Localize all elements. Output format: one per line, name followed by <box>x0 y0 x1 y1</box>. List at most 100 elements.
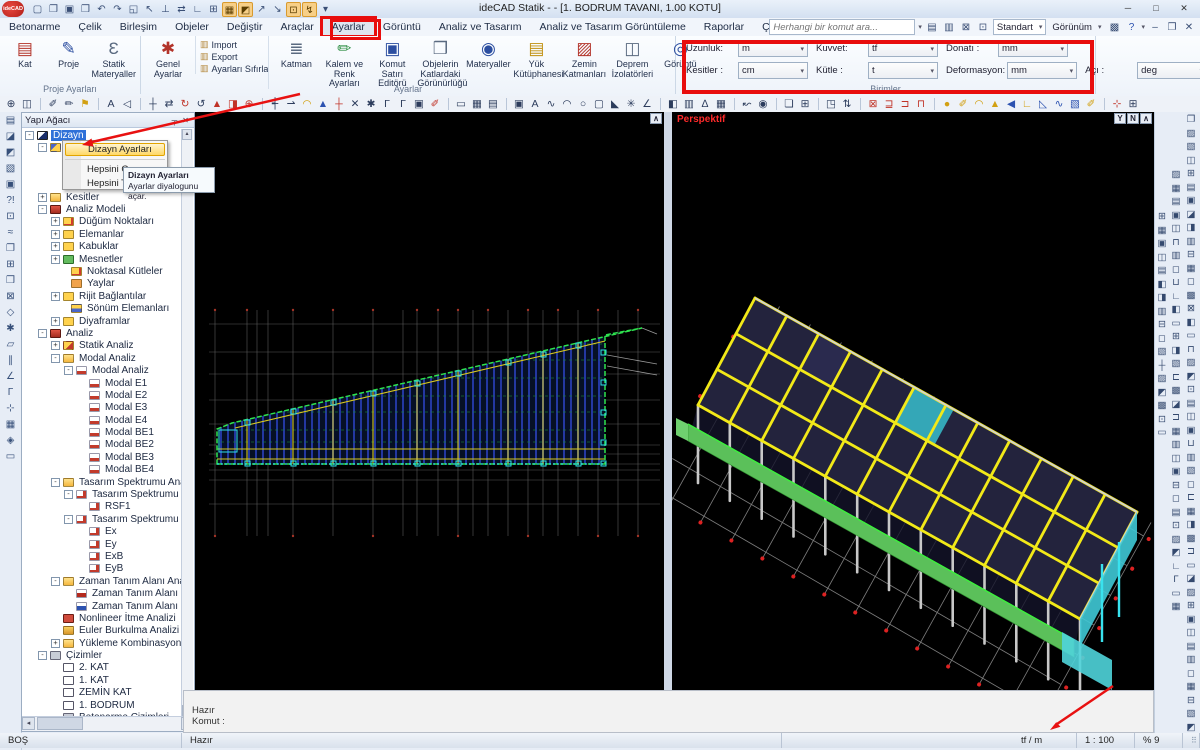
toolbar-icon[interactable]: ▤ <box>1169 506 1183 520</box>
toolbar-icon[interactable]: ◀ <box>1003 97 1019 111</box>
command-prompt-line[interactable]: Komut : <box>192 716 1153 727</box>
toolbar-icon[interactable]: ◪ <box>3 130 18 144</box>
kat-button[interactable]: ▤ Kat <box>4 38 46 70</box>
toolbar-icon[interactable]: ✏ <box>61 97 77 111</box>
help-icon[interactable]: ? <box>1124 22 1138 33</box>
toolbar-icon[interactable]: ⊐ <box>1169 411 1183 425</box>
toolbar-icon[interactable]: ◫ <box>1184 410 1198 424</box>
toolbar-icon[interactable]: ∟ <box>1019 97 1035 111</box>
tree-expander[interactable]: - <box>38 651 47 660</box>
toolbar-icon[interactable]: ⊞ <box>1155 210 1169 224</box>
toolbar-icon[interactable]: ⊕ <box>3 97 19 111</box>
toolbar-icon[interactable]: ?! <box>3 194 18 208</box>
mdi-restore-icon[interactable]: ❐ <box>1165 22 1179 33</box>
chevron-down-icon[interactable]: ▾ <box>1141 23 1145 31</box>
proje-button[interactable]: ✎ Proje <box>48 38 90 70</box>
toolbar-icon[interactable] <box>813 98 819 110</box>
tree-item[interactable]: + Düğüm Noktaları <box>22 216 182 228</box>
save-icon[interactable]: ▣ <box>62 2 77 17</box>
lock-icon[interactable]: ⊡ <box>976 22 990 33</box>
command-panel[interactable]: Hazır Komut : <box>183 690 1154 733</box>
tree-item[interactable]: Zaman Tanım Alanı Fon <box>22 587 182 599</box>
toolbar-icon[interactable]: ◩ <box>1184 370 1198 384</box>
toolbar-icon[interactable] <box>135 98 141 110</box>
toolbar-icon[interactable]: ◫ <box>1184 626 1198 640</box>
toolbar-icon[interactable]: ▤ <box>485 97 501 111</box>
scroll-left-icon[interactable]: ◂ <box>22 717 35 730</box>
toolbar-icon[interactable] <box>35 98 41 110</box>
toolbar-icon[interactable]: ✐ <box>427 97 443 111</box>
toolbar-icon[interactable]: ◻ <box>1169 492 1183 506</box>
ayarlari-sifirla-button[interactable]: ▥ Ayarları Sıfırla <box>200 63 268 74</box>
toolbar-icon[interactable]: ⊟ <box>1184 694 1198 708</box>
menu-item[interactable]: Analiz ve Tasarım Görüntüleme <box>531 19 695 35</box>
tree-item[interactable]: Noktasal Kütleler <box>22 265 182 277</box>
unit-select[interactable]: mm ▾ <box>998 40 1068 57</box>
toolbar-icon[interactable]: ◧ <box>1169 303 1183 317</box>
toolbar-icon[interactable]: ∟ <box>1169 290 1183 304</box>
toolbar-icon[interactable]: ▣ <box>511 97 527 111</box>
tree-item[interactable]: Sönüm Elemanları <box>22 302 182 314</box>
toolbar-icon[interactable]: ┼ <box>1155 359 1169 373</box>
toolbar-icon[interactable]: ◈ <box>3 434 18 448</box>
status-unit[interactable]: tf / m <box>1013 733 1077 748</box>
toolbar-icon[interactable]: ▨ <box>1169 168 1183 182</box>
toolbar-icon[interactable]: ⊞ <box>797 97 813 111</box>
toolbar-icon[interactable]: ⇀ <box>283 97 299 111</box>
toolbar-icon[interactable]: ▣ <box>1169 465 1183 479</box>
toolbar-icon[interactable]: ▦ <box>1169 182 1183 196</box>
toolbar-icon[interactable]: ▨ <box>1184 127 1198 141</box>
maximize-button[interactable]: □ <box>1142 0 1170 16</box>
katman-button[interactable]: ≣ Katman <box>273 38 319 70</box>
toolbar-icon[interactable]: ⊠ <box>865 97 881 111</box>
viewport-button[interactable]: ∧ <box>650 113 662 124</box>
toolbar-icon[interactable]: ▣ <box>1169 209 1183 223</box>
toolbar-icon[interactable]: ┼ <box>331 97 347 111</box>
layers-front-icon[interactable]: ▤ <box>925 22 939 33</box>
toolbar-icon[interactable]: ⊡ <box>3 210 18 224</box>
tree-expander[interactable]: + <box>51 230 60 239</box>
toolbar-icon[interactable]: ○ <box>575 97 591 111</box>
tree-item[interactable]: Euler Burkulma Analizi <box>22 625 182 637</box>
toolbar-icon[interactable]: ∿ <box>543 97 559 111</box>
toolbar-icon[interactable]: ▩ <box>1184 289 1198 303</box>
toolbar-icon[interactable]: ▭ <box>1155 426 1169 440</box>
toolbar-icon[interactable]: ▣ <box>1184 613 1198 627</box>
toolbar-icon[interactable]: ▭ <box>1169 587 1183 601</box>
toolbar-icon[interactable]: ⊐ <box>897 97 913 111</box>
toolbar-icon[interactable]: ◧ <box>1184 316 1198 330</box>
toolbar-icon[interactable]: Γ <box>3 386 18 400</box>
viewport-button[interactable]: N <box>1127 113 1139 124</box>
toolbar-icon[interactable]: ⊟ <box>1155 318 1169 332</box>
parallel-snap-icon[interactable]: ⇄ <box>174 2 189 17</box>
toolbar-icon[interactable]: ◫ <box>1169 452 1183 466</box>
style-combo[interactable]: Standart▾ <box>993 19 1046 35</box>
toolbar-icon[interactable]: ◧ <box>665 97 681 111</box>
tree-expander[interactable]: - <box>64 366 73 375</box>
toolbar-icon[interactable]: ⊡ <box>1184 383 1198 397</box>
toolbar-icon[interactable]: ⊐ <box>1184 545 1198 559</box>
statik-materyaller-button[interactable]: Ɛ Statik Materyaller <box>91 38 136 79</box>
toolbar-icon[interactable]: Γ <box>395 97 411 111</box>
komut-satiri-button[interactable]: ▣ Komut Satırı Editörü <box>369 38 415 89</box>
model-drawing[interactable] <box>672 112 1154 690</box>
toolbar-icon[interactable]: ▧ <box>1067 97 1083 111</box>
tracking-icon[interactable]: ↗ <box>254 2 269 17</box>
close-icon[interactable]: ✕ <box>180 116 191 125</box>
tree-item[interactable]: + Statik Analiz <box>22 340 182 352</box>
toolbar-icon[interactable]: ▤ <box>3 114 18 128</box>
toolbar-icon[interactable]: ⊠ <box>1184 302 1198 316</box>
tree-item[interactable]: - Çizimler <box>22 649 182 661</box>
tree-item[interactable]: + Elemanlar <box>22 228 182 240</box>
toolbar-icon[interactable]: ⊡ <box>1169 519 1183 533</box>
select-icon[interactable]: ↖ <box>142 2 157 17</box>
toolbar-icon[interactable]: ◨ <box>1184 221 1198 235</box>
toolbar-icon[interactable]: ◩ <box>1184 721 1198 735</box>
viewport-divider[interactable] <box>664 112 672 690</box>
toolbar-icon[interactable]: ▨ <box>1184 356 1198 370</box>
open-icon[interactable]: ❐ <box>46 2 61 17</box>
menu-item[interactable]: Ayarlar <box>323 19 374 35</box>
toolbar-icon[interactable]: ◠ <box>971 97 987 111</box>
status-scale[interactable]: 1 : 100 <box>1077 733 1135 748</box>
toolbar-icon[interactable]: ◨ <box>1155 291 1169 305</box>
